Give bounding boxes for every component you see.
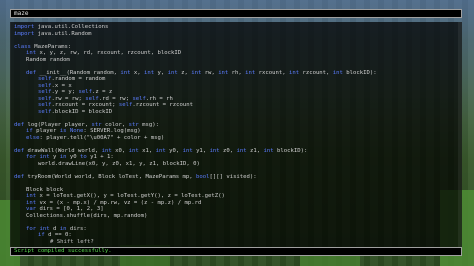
code-line: Collections.shuffle(dirs, mp.random): [26, 212, 148, 219]
editor-scrollbar[interactable]: [458, 22, 462, 247]
status-message: Script compiled successfully.: [10, 247, 462, 256]
code-line: Random random: [26, 56, 70, 63]
code-line: self.blockID = blockID: [38, 108, 113, 115]
code-line: world.drawLine(x0, y, z0, x1, y, z1, blo…: [38, 160, 200, 167]
code-line: else: player.tell("\u00A7" + color + msg…: [26, 134, 165, 141]
code-line: import java.util.Random: [14, 30, 92, 37]
code-line: def tryRoom(World world, Block loTest, M…: [14, 173, 257, 180]
code-line: # Shift left?: [50, 238, 94, 245]
code-editor[interactable]: import java.util.Collections import java.…: [10, 22, 462, 247]
script-name-input[interactable]: maze: [10, 9, 462, 18]
